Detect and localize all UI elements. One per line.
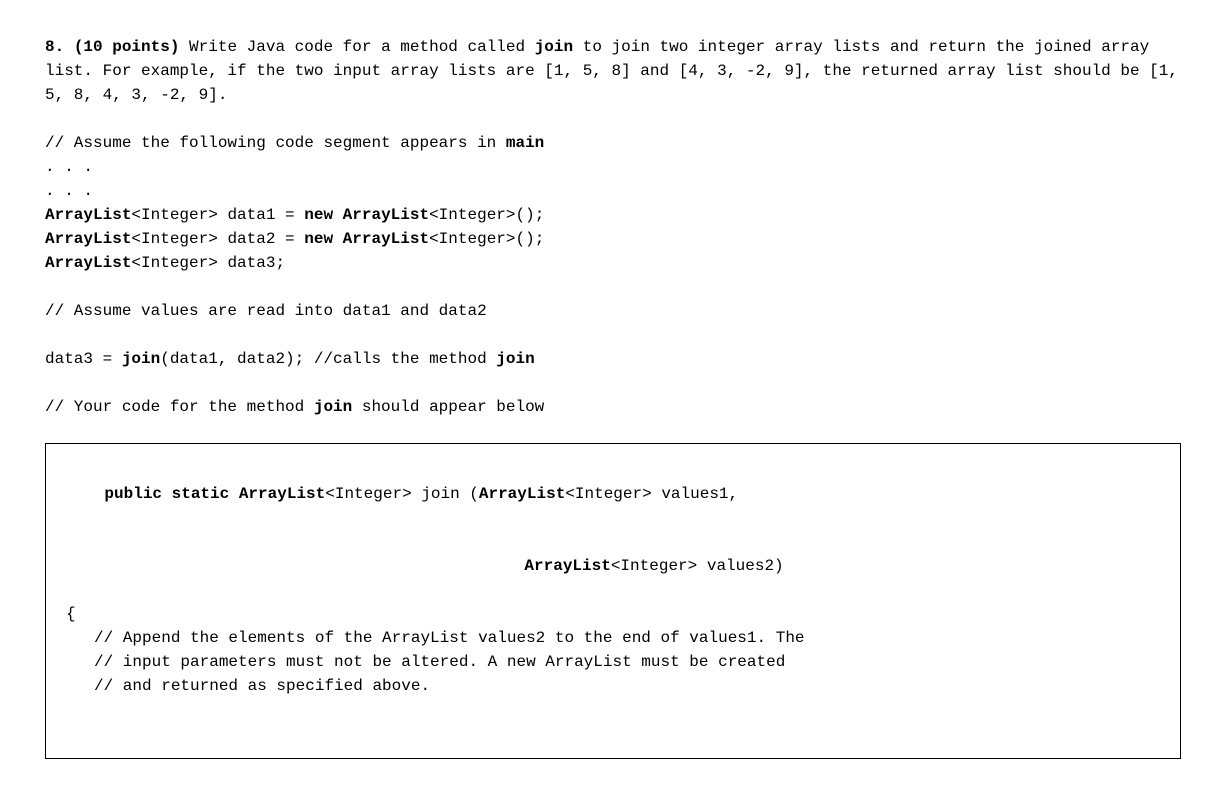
method-signature-line2: ArrayList<Integer> values2)	[66, 530, 1160, 602]
declaration-data2: ArrayList<Integer> data2 = new ArrayList…	[45, 227, 1181, 251]
declaration-data3: ArrayList<Integer> data3;	[45, 251, 1181, 275]
points-label: (10 points)	[74, 38, 180, 56]
method-signature-box: public static ArrayList<Integer> join (A…	[45, 443, 1181, 759]
method-name-ref: join	[535, 38, 573, 56]
ellipsis-line-2: . . .	[45, 179, 1181, 203]
comment-your-code: // Your code for the method join should …	[45, 395, 1181, 419]
question-text: 8. (10 points) Write Java code for a met…	[45, 35, 1181, 107]
method-comment-1: // Append the elements of the ArrayList …	[66, 626, 1160, 650]
method-signature-line1: public static ArrayList<Integer> join (A…	[66, 458, 1160, 530]
open-brace: {	[66, 602, 1160, 626]
method-comment-3: // and returned as specified above.	[66, 674, 1160, 698]
question-body-part1: Write Java code for a method called	[189, 38, 535, 56]
method-comment-2: // input parameters must not be altered.…	[66, 650, 1160, 674]
main-code-segment: // Assume the following code segment app…	[45, 131, 1181, 275]
comment-values-read: // Assume values are read into data1 and…	[45, 299, 1181, 323]
question-number: 8.	[45, 38, 64, 56]
ellipsis-line-1: . . .	[45, 155, 1181, 179]
declaration-data1: ArrayList<Integer> data1 = new ArrayList…	[45, 203, 1181, 227]
join-call-line: data3 = join(data1, data2); //calls the …	[45, 347, 1181, 371]
comment-appears-in-main: // Assume the following code segment app…	[45, 131, 1181, 155]
